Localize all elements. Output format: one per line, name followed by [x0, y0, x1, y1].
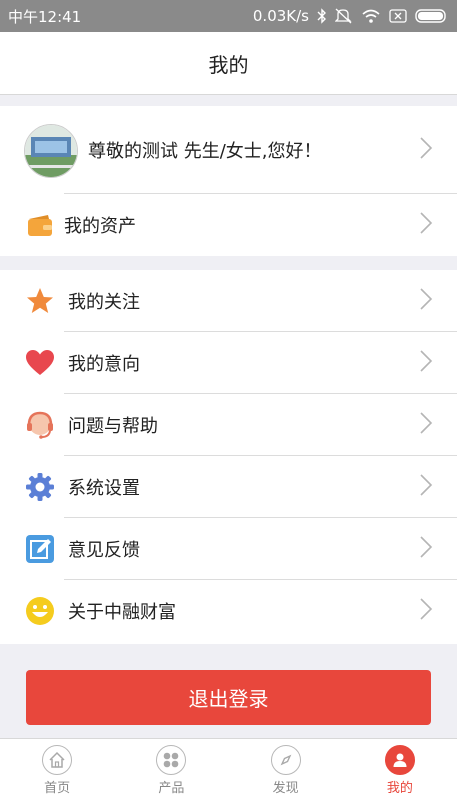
home-icon: [42, 744, 73, 775]
heart-icon: [24, 347, 56, 379]
star-icon: [24, 285, 56, 317]
tab-label: 我的: [386, 780, 413, 796]
account-section: 尊敬的测试 先生/女士,您好！ 我的资产: [0, 106, 457, 256]
avatar: [24, 124, 78, 178]
menu-item-label: 意见反馈: [68, 540, 140, 561]
menu-item-feedback[interactable]: 意见反馈: [0, 518, 457, 580]
greeting-text: 尊敬的测试 先生/女士,您好！: [88, 141, 322, 162]
menu-item-label: 我的意向: [68, 354, 140, 375]
profile-row[interactable]: 尊敬的测试 先生/女士,您好！: [0, 106, 457, 194]
title-bar: 我的: [0, 32, 457, 95]
status-bar: 中午12:41 0.03K/s: [0, 0, 457, 32]
menu-item-help[interactable]: 问题与帮助: [0, 394, 457, 456]
tab-discover[interactable]: 发现: [229, 739, 343, 801]
edit-icon: [24, 533, 56, 565]
status-time: 中午12:41: [8, 7, 82, 26]
wallet-icon: [24, 209, 56, 241]
menu-item-label: 我的关注: [68, 292, 140, 313]
chevron-right-icon: [419, 473, 433, 501]
menu-item-intention[interactable]: 我的意向: [0, 332, 457, 394]
menu-item-label: 系统设置: [68, 478, 140, 499]
menu-item-label: 关于中融财富: [68, 602, 176, 623]
tab-label: 首页: [44, 780, 71, 796]
smile-icon: [24, 595, 56, 627]
tab-label: 产品: [158, 780, 185, 796]
bottom-tab-bar: 首页 产品 发现 我的: [0, 738, 457, 801]
chevron-right-icon: [419, 535, 433, 563]
compass-icon: [270, 744, 301, 775]
network-speed: 0.03K/s: [252, 7, 309, 25]
menu-item-about[interactable]: 关于中融财富: [0, 580, 457, 642]
assets-label: 我的资产: [64, 216, 136, 237]
mute-icon: [335, 8, 353, 24]
tab-home[interactable]: 首页: [0, 739, 114, 801]
gear-icon: [24, 471, 56, 503]
menu-item-label: 问题与帮助: [68, 416, 158, 437]
assets-row[interactable]: 我的资产: [0, 194, 457, 256]
chevron-right-icon: [419, 349, 433, 377]
headset-icon: [24, 409, 56, 441]
chevron-right-icon: [419, 211, 433, 239]
sim-icon: [389, 9, 407, 23]
chevron-right-icon: [419, 287, 433, 315]
bluetooth-icon: [317, 8, 327, 24]
menu-section: 我的关注 我的意向 问题与帮助 系统设置 意见反馈 关于中融财富: [0, 270, 457, 644]
tab-mine[interactable]: 我的: [343, 739, 457, 801]
page-title: 我的: [208, 52, 249, 77]
tab-products[interactable]: 产品: [114, 739, 228, 801]
wifi-icon: [361, 8, 381, 24]
status-icons: 0.03K/s: [253, 7, 449, 25]
battery-icon: [415, 8, 449, 24]
products-icon: [156, 744, 187, 775]
user-icon: [384, 744, 415, 775]
logout-button[interactable]: 退出登录: [26, 670, 431, 725]
chevron-right-icon: [419, 411, 433, 439]
chevron-right-icon: [419, 597, 433, 625]
tab-label: 发现: [272, 780, 299, 796]
chevron-right-icon: [419, 136, 433, 164]
menu-item-settings[interactable]: 系统设置: [0, 456, 457, 518]
menu-item-follow[interactable]: 我的关注: [0, 270, 457, 332]
